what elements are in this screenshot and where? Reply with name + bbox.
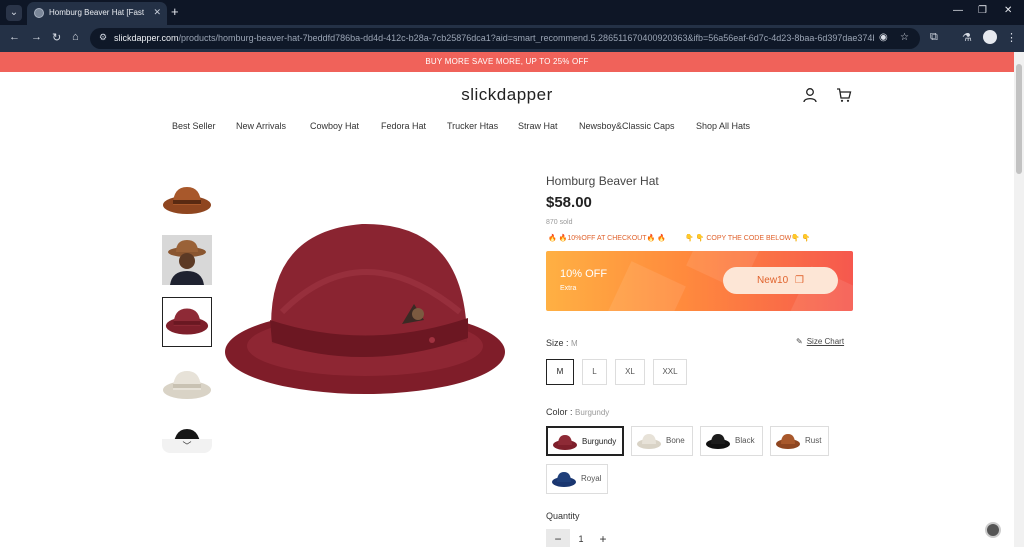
- bone-swatch-icon: [637, 434, 661, 449]
- nav-cowboy-hat[interactable]: Cowboy Hat: [310, 121, 359, 131]
- main-nav: Best Seller New Arrivals Cowboy Hat Fedo…: [0, 121, 1014, 135]
- sold-count: 870 sold: [546, 219, 573, 226]
- nav-newsboy-caps[interactable]: Newsboy&Classic Caps: [579, 121, 675, 131]
- color-option-rust[interactable]: Rust: [770, 426, 829, 456]
- cart-icon[interactable]: [836, 87, 852, 103]
- rust-hat-image: [163, 187, 211, 214]
- thumbnail-rust-hat[interactable]: [162, 175, 212, 225]
- quantity-increase-button[interactable]: +: [592, 529, 614, 547]
- color-label: Color : Burgundy: [546, 407, 610, 417]
- thumb-down-chevron-icon[interactable]: ﹀: [162, 439, 212, 453]
- browser-toolbar: ← → ↻ ⌂ ⚙ slickdapper.com/products/hombu…: [0, 25, 1024, 52]
- selected-size: M: [571, 339, 578, 348]
- color-option-black[interactable]: Black: [700, 426, 763, 456]
- bone-hat-image: [163, 371, 211, 399]
- selected-color: Burgundy: [575, 408, 610, 417]
- reload-icon[interactable]: ↻: [52, 31, 61, 44]
- extensions-icon[interactable]: ⧉: [930, 31, 938, 44]
- restore-icon[interactable]: ❐: [978, 5, 987, 16]
- home-icon[interactable]: ⌂: [72, 31, 79, 43]
- thumbnail-burgundy-hat[interactable]: [162, 297, 212, 347]
- new-tab-icon[interactable]: +: [171, 4, 179, 19]
- product-price: $58.00: [546, 194, 592, 211]
- thumbnail-bone-hat[interactable]: [162, 359, 212, 409]
- back-icon[interactable]: ←: [9, 31, 20, 43]
- nav-trucker-hats[interactable]: Trucker Htas: [447, 121, 498, 131]
- eye-off-icon[interactable]: ◉: [879, 32, 888, 43]
- favicon-icon: [34, 8, 44, 18]
- scrollbar-thumb[interactable]: [1016, 64, 1022, 174]
- nav-new-arrivals[interactable]: New Arrivals: [236, 121, 286, 131]
- ruler-icon: ✎: [796, 337, 803, 346]
- site-info-icon[interactable]: ⚙: [99, 32, 107, 43]
- burgundy-swatch-icon: [553, 435, 577, 450]
- nav-straw-hat[interactable]: Straw Hat: [518, 121, 558, 131]
- copy-icon: ❐: [794, 275, 804, 286]
- coupon-code-text: New10: [757, 275, 789, 286]
- quantity-decrease-button[interactable]: −: [546, 529, 570, 547]
- url-text[interactable]: slickdapper.com/products/homburg-beaver-…: [114, 33, 874, 43]
- chat-widget-icon[interactable]: [985, 522, 1001, 538]
- nav-fedora-hat[interactable]: Fedora Hat: [381, 121, 426, 131]
- product-title: Homburg Beaver Hat: [546, 174, 659, 188]
- rust-swatch-icon: [776, 434, 800, 449]
- checkout-discount-text: 🔥 🔥10%OFF AT CHECKOUT🔥 🔥: [548, 235, 666, 242]
- color-option-bone[interactable]: Bone: [631, 426, 693, 456]
- color-option-burgundy[interactable]: Burgundy: [546, 426, 624, 456]
- royal-swatch-icon: [552, 472, 576, 487]
- model-with-hat-image: [162, 235, 212, 285]
- browser-tab[interactable]: Homburg Beaver Hat [Fast ship ✕: [27, 2, 167, 25]
- minimize-icon[interactable]: —: [953, 5, 963, 16]
- close-tab-icon[interactable]: ✕: [153, 7, 161, 18]
- bookmark-star-icon[interactable]: ☆: [900, 32, 909, 43]
- page-scrollbar[interactable]: [1014, 52, 1024, 547]
- web-page: BUY MORE SAVE MORE, UP TO 25% OFF slickd…: [0, 52, 1014, 547]
- menu-icon[interactable]: ⋮: [1006, 31, 1017, 44]
- nav-shop-all-hats[interactable]: Shop All Hats: [696, 121, 750, 131]
- quantity-input[interactable]: 1: [570, 529, 592, 547]
- promo-banner[interactable]: BUY MORE SAVE MORE, UP TO 25% OFF: [0, 52, 1014, 72]
- labs-icon[interactable]: ⚗: [962, 31, 972, 44]
- nav-best-seller[interactable]: Best Seller: [172, 121, 216, 131]
- size-option-xxl[interactable]: XXL: [653, 359, 687, 385]
- close-window-icon[interactable]: ✕: [1004, 5, 1012, 16]
- main-product-image: [225, 223, 505, 394]
- size-label: Size : M: [546, 338, 578, 348]
- coupon-discount: 10% OFF: [560, 268, 608, 280]
- coupon-banner: 10% OFF Extra New10 ❐: [546, 251, 853, 311]
- burgundy-hat-image: [165, 308, 209, 335]
- size-option-l[interactable]: L: [582, 359, 607, 385]
- browser-tab-bar: ⌄ Homburg Beaver Hat [Fast ship ✕ + — ❐ …: [0, 0, 1024, 25]
- tab-title: Homburg Beaver Hat [Fast ship: [49, 8, 146, 17]
- profile-avatar[interactable]: [983, 30, 997, 44]
- copy-code-text: 👇 👇 COPY THE CODE BELOW👇 👇: [685, 235, 811, 242]
- site-logo[interactable]: slickdapper: [0, 85, 1014, 105]
- quantity-label: Quantity: [546, 511, 580, 521]
- coupon-code-button[interactable]: New10 ❐: [723, 267, 838, 294]
- thumbnail-model[interactable]: [162, 235, 212, 285]
- account-icon[interactable]: [802, 87, 818, 103]
- size-option-xl[interactable]: XL: [615, 359, 645, 385]
- coupon-extra-label: Extra: [560, 285, 577, 292]
- black-swatch-icon: [706, 434, 730, 449]
- tab-search-icon[interactable]: ⌄: [6, 5, 22, 21]
- size-option-m[interactable]: M: [546, 359, 574, 385]
- forward-icon[interactable]: →: [31, 31, 42, 43]
- address-bar[interactable]: ⚙ slickdapper.com/products/homburg-beave…: [90, 28, 920, 49]
- size-chart-link[interactable]: ✎ Size Chart: [796, 337, 844, 346]
- color-option-royal[interactable]: Royal: [546, 464, 608, 494]
